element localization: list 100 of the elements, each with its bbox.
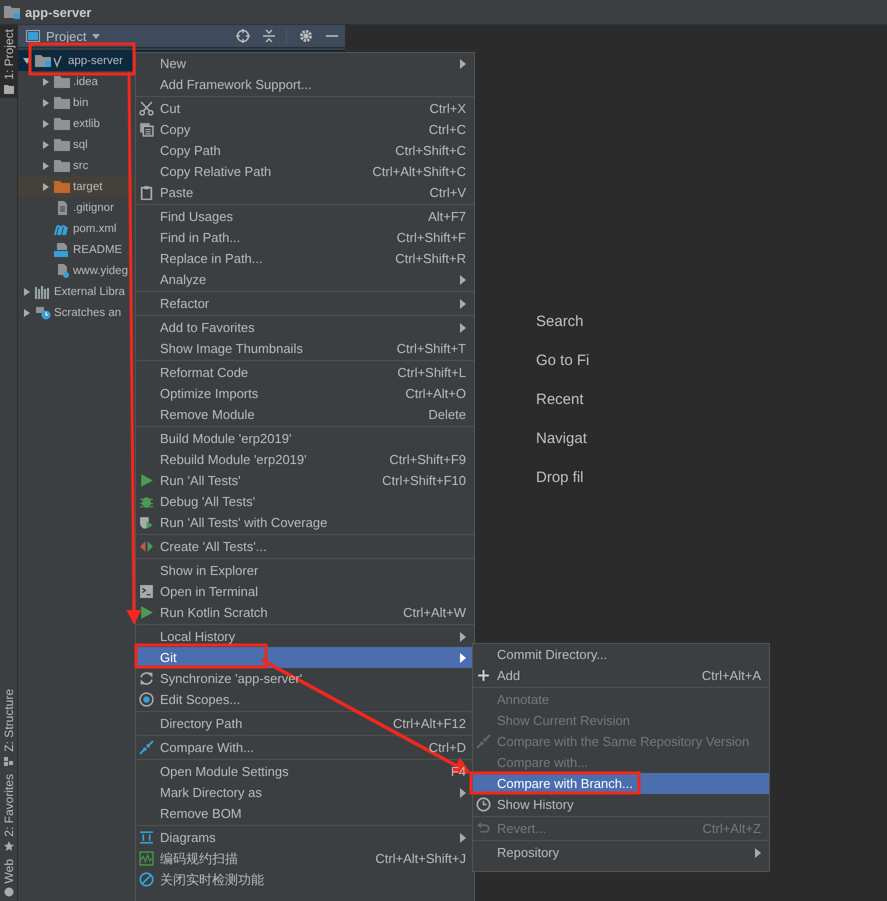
window-title: app-server: [25, 4, 92, 20]
menu-item[interactable]: Remove Module Delete: [136, 404, 474, 425]
view-dropdown[interactable]: Project: [46, 28, 86, 44]
sync-icon: [139, 671, 154, 686]
menu-item[interactable]: Add to Favorites: [136, 317, 474, 338]
tree-item-label[interactable]: app-server: [68, 54, 123, 66]
caret-icon[interactable]: [92, 34, 100, 38]
menu-item[interactable]: Mark Directory as: [136, 782, 474, 803]
tree-item-label[interactable]: extlib: [73, 118, 100, 130]
editor-hint: Search: [536, 312, 584, 332]
crosshair-icon[interactable]: [236, 29, 250, 43]
scissors-icon: [139, 101, 154, 116]
menu-item[interactable]: Compare With... Ctrl+D: [136, 737, 474, 758]
tool-window-tab[interactable]: 1: Project: [0, 25, 17, 98]
menu-item[interactable]: Remove BOM: [136, 803, 474, 824]
editor-hint: Navigat: [536, 429, 587, 449]
menu-item[interactable]: 关闭实时检测功能: [136, 869, 474, 890]
clock-icon: [476, 797, 491, 812]
menu-item[interactable]: Copy Path Ctrl+Shift+C: [136, 140, 474, 161]
target-icon: [139, 692, 154, 707]
menu-item[interactable]: Find Usages Alt+F7: [136, 206, 474, 227]
menu-item[interactable]: Paste Ctrl+V: [136, 182, 474, 203]
collapsed-arrow-icon[interactable]: [22, 286, 32, 296]
markdown-file-icon: [54, 242, 70, 256]
menu-item[interactable]: Edit Scopes...: [136, 689, 474, 710]
tree-item-label[interactable]: src: [73, 160, 88, 172]
menu-item[interactable]: Show History: [473, 794, 769, 815]
menu-item[interactable]: Rebuild Module 'erp2019' Ctrl+Shift+F9: [136, 449, 474, 470]
menu-item[interactable]: Debug 'All Tests': [136, 491, 474, 512]
shield-run-icon: [139, 515, 154, 530]
terminal-icon: [139, 584, 154, 599]
tree-item-label[interactable]: Scratches an: [54, 306, 122, 318]
editor-hint: Go to Fi: [536, 351, 590, 371]
menu-item[interactable]: Refactor: [136, 293, 474, 314]
tree-item-label[interactable]: README: [73, 244, 122, 256]
menu-item[interactable]: Local History: [136, 626, 474, 647]
run-icon: [139, 473, 154, 488]
menu-item[interactable]: Optimize Imports Ctrl+Alt+O: [136, 383, 474, 404]
menu-item[interactable]: Run 'All Tests' Ctrl+Shift+F10: [136, 470, 474, 491]
menu-item[interactable]: Create 'All Tests'...: [136, 536, 474, 557]
tree-item-label[interactable]: .idea: [73, 76, 98, 88]
arrows-icon: [139, 539, 154, 554]
menu-item[interactable]: Git: [136, 647, 474, 668]
tool-window-tab[interactable]: Z: Structure: [0, 685, 17, 770]
run-icon: [139, 605, 154, 620]
compare-icon: [139, 740, 154, 755]
tool-window-tab[interactable]: 2: Favorites: [0, 770, 17, 855]
folder-icon: [54, 96, 70, 110]
menu-item[interactable]: Run 'All Tests' with Coverage: [136, 512, 474, 533]
pulse-icon: [139, 851, 154, 866]
menu-item[interactable]: Copy Ctrl+C: [136, 119, 474, 140]
menu-item[interactable]: Add Ctrl+Alt+A: [473, 665, 769, 686]
collapsed-arrow-icon[interactable]: [41, 76, 51, 86]
menu-item[interactable]: Analyze: [136, 269, 474, 290]
menu-item[interactable]: Show in Explorer: [136, 560, 474, 581]
collapse-all-icon[interactable]: [262, 29, 276, 43]
menu-item[interactable]: Build Module 'erp2019': [136, 428, 474, 449]
tree-item-label[interactable]: target: [73, 180, 102, 192]
menu-item[interactable]: Open in Terminal: [136, 581, 474, 602]
tree-item-label[interactable]: bin: [73, 96, 88, 108]
folder-icon: [4, 84, 14, 94]
menu-item[interactable]: Add Framework Support...: [136, 74, 474, 95]
tree-item-label[interactable]: External Libra: [54, 286, 125, 298]
tree-item-label[interactable]: pom.xml: [73, 222, 116, 234]
collapsed-arrow-icon[interactable]: [41, 98, 51, 108]
menu-item[interactable]: Replace in Path... Ctrl+Shift+R: [136, 248, 474, 269]
menu-item[interactable]: Directory Path Ctrl+Alt+F12: [136, 713, 474, 734]
menu-item[interactable]: Copy Relative Path Ctrl+Alt+Shift+C: [136, 161, 474, 182]
collapsed-arrow-icon[interactable]: [41, 118, 51, 128]
settings-icon[interactable]: [299, 29, 313, 43]
menu-item[interactable]: Diagrams: [136, 827, 474, 848]
window-icon: [26, 30, 40, 42]
star-icon: [4, 840, 14, 851]
editor-hint: Recent: [536, 390, 584, 410]
scratch-clock-icon: [35, 306, 51, 320]
menu-item[interactable]: Repository: [473, 842, 769, 863]
collapsed-arrow-icon[interactable]: [41, 140, 51, 150]
tree-item-label[interactable]: .gitignor: [73, 202, 114, 214]
prohibited-icon: [139, 872, 154, 887]
libraries-icon: [35, 284, 51, 298]
menu-item[interactable]: Run Kotlin Scratch Ctrl+Alt+W: [136, 602, 474, 623]
menu-item[interactable]: Reformat Code Ctrl+Shift+L: [136, 362, 474, 383]
menu-item[interactable]: 编码规约扫描 Ctrl+Alt+Shift+J: [136, 848, 474, 869]
menu-item[interactable]: New: [136, 53, 474, 74]
collapsed-arrow-icon[interactable]: [22, 308, 32, 318]
tree-item-label[interactable]: www.yideg: [73, 264, 128, 276]
plus-icon: [476, 668, 491, 683]
folder-icon: [54, 74, 70, 88]
folder-icon: [54, 116, 70, 130]
menu-item[interactable]: Cut Ctrl+X: [136, 98, 474, 119]
collapsed-arrow-icon[interactable]: [41, 182, 51, 192]
tree-item-label[interactable]: sql: [73, 138, 88, 150]
menu-item[interactable]: Find in Path... Ctrl+Shift+F: [136, 227, 474, 248]
collapsed-arrow-icon[interactable]: [41, 160, 51, 170]
compare-icon: [476, 734, 491, 749]
menu-item[interactable]: Commit Directory...: [473, 644, 769, 665]
tool-window-tab[interactable]: Web: [0, 854, 17, 901]
menu-item[interactable]: Show Image Thumbnails Ctrl+Shift+T: [136, 338, 474, 359]
clipboard-icon: [139, 185, 154, 200]
folder-icon: [54, 138, 70, 152]
